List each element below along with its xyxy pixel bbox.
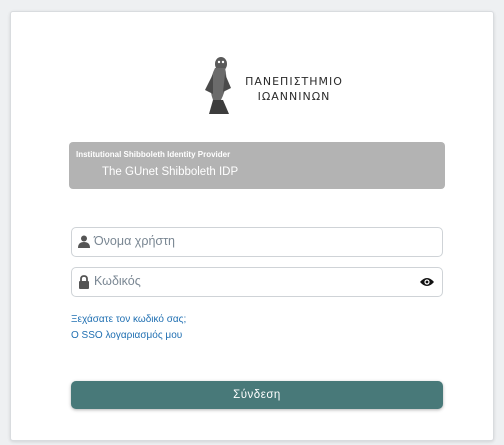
user-icon xyxy=(78,235,90,248)
owl-logo-icon xyxy=(205,57,231,114)
login-button[interactable]: Σύνδεση xyxy=(71,381,443,409)
eye-icon[interactable] xyxy=(420,277,434,287)
university-name-line1: ΠΑΝΕΠΙΣΤΗΜΙΟ xyxy=(245,75,343,88)
login-card: ΠΑΝΕΠΙΣΤΗΜΙΟ ΙΩΑΝΝΙΝΩΝ Institutional Shi… xyxy=(10,11,494,441)
forgot-password-link[interactable]: Ξεχάσατε τον κωδικό σας; xyxy=(71,312,186,328)
lock-icon xyxy=(79,275,89,289)
university-name: ΠΑΝΕΠΙΣΤΗΜΙΟ ΙΩΑΝΝΙΝΩΝ xyxy=(238,74,350,104)
idp-info-box: Institutional Shibboleth Identity Provid… xyxy=(69,142,445,189)
password-field[interactable]: Κωδικός xyxy=(71,267,443,297)
username-field[interactable]: Όνομα χρήστη xyxy=(71,227,443,257)
sso-account-link[interactable]: Ο SSO λογαριασμός μου xyxy=(71,328,186,344)
idp-name: The GUnet Shibboleth IDP xyxy=(102,166,239,178)
help-links: Ξεχάσατε τον κωδικό σας; Ο SSO λογαριασμ… xyxy=(71,312,186,344)
university-logo: ΠΑΝΕΠΙΣΤΗΜΙΟ ΙΩΑΝΝΙΝΩΝ xyxy=(201,50,361,122)
username-placeholder: Όνομα χρήστη xyxy=(94,234,176,248)
idp-title: Institutional Shibboleth Identity Provid… xyxy=(76,150,231,159)
password-placeholder: Κωδικός xyxy=(94,274,141,288)
university-name-line2: ΙΩΑΝΝΙΝΩΝ xyxy=(257,90,331,103)
